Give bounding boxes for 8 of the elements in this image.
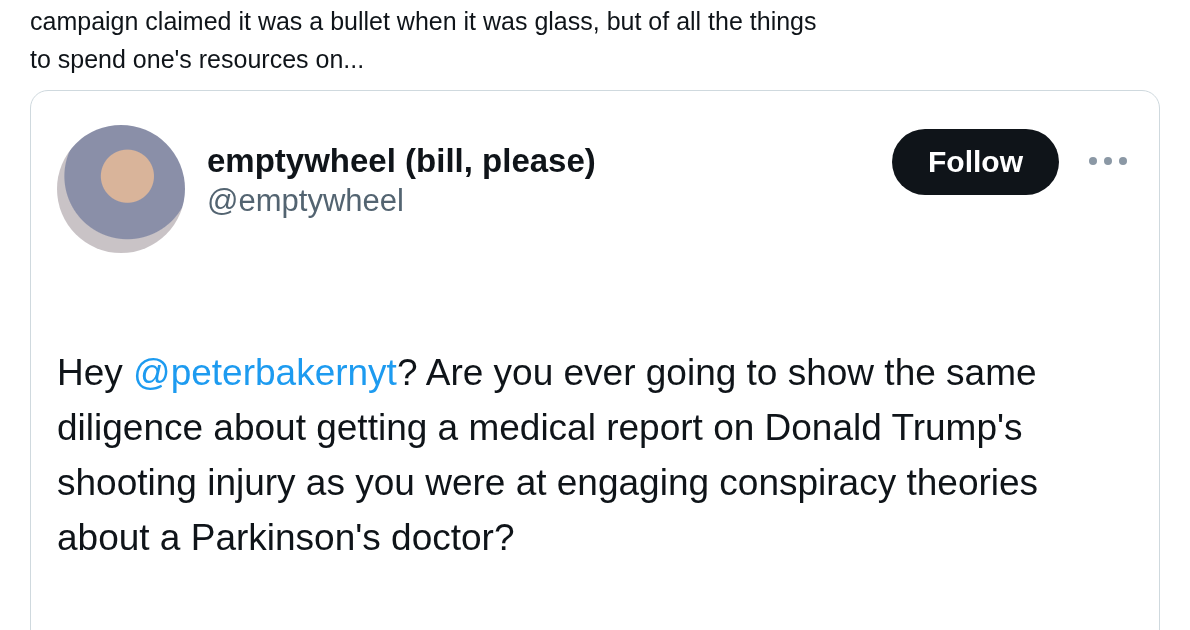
quoted-post-card[interactable] [30,90,1160,630]
quoted-post-text: Hey @peterbakernyt? Are you ever going to show the same diligence about getting a medical report on Donald Trump's shooting injury as you were at engaging conspiracy theories about a Parkinson's doctor? [57,351,1040,560]
author-name[interactable]: emptywheel (bill, please) [207,141,892,181]
author-handle[interactable]: @emptywheel [207,181,892,221]
post-text-line: campaign claimed it was a bullet when it was glass, but of all the things [30,6,818,37]
post-text-line: to spend one's resources on... [30,44,366,75]
more-icon[interactable] [1087,155,1129,167]
follow-button[interactable]: Follow [892,129,1059,195]
